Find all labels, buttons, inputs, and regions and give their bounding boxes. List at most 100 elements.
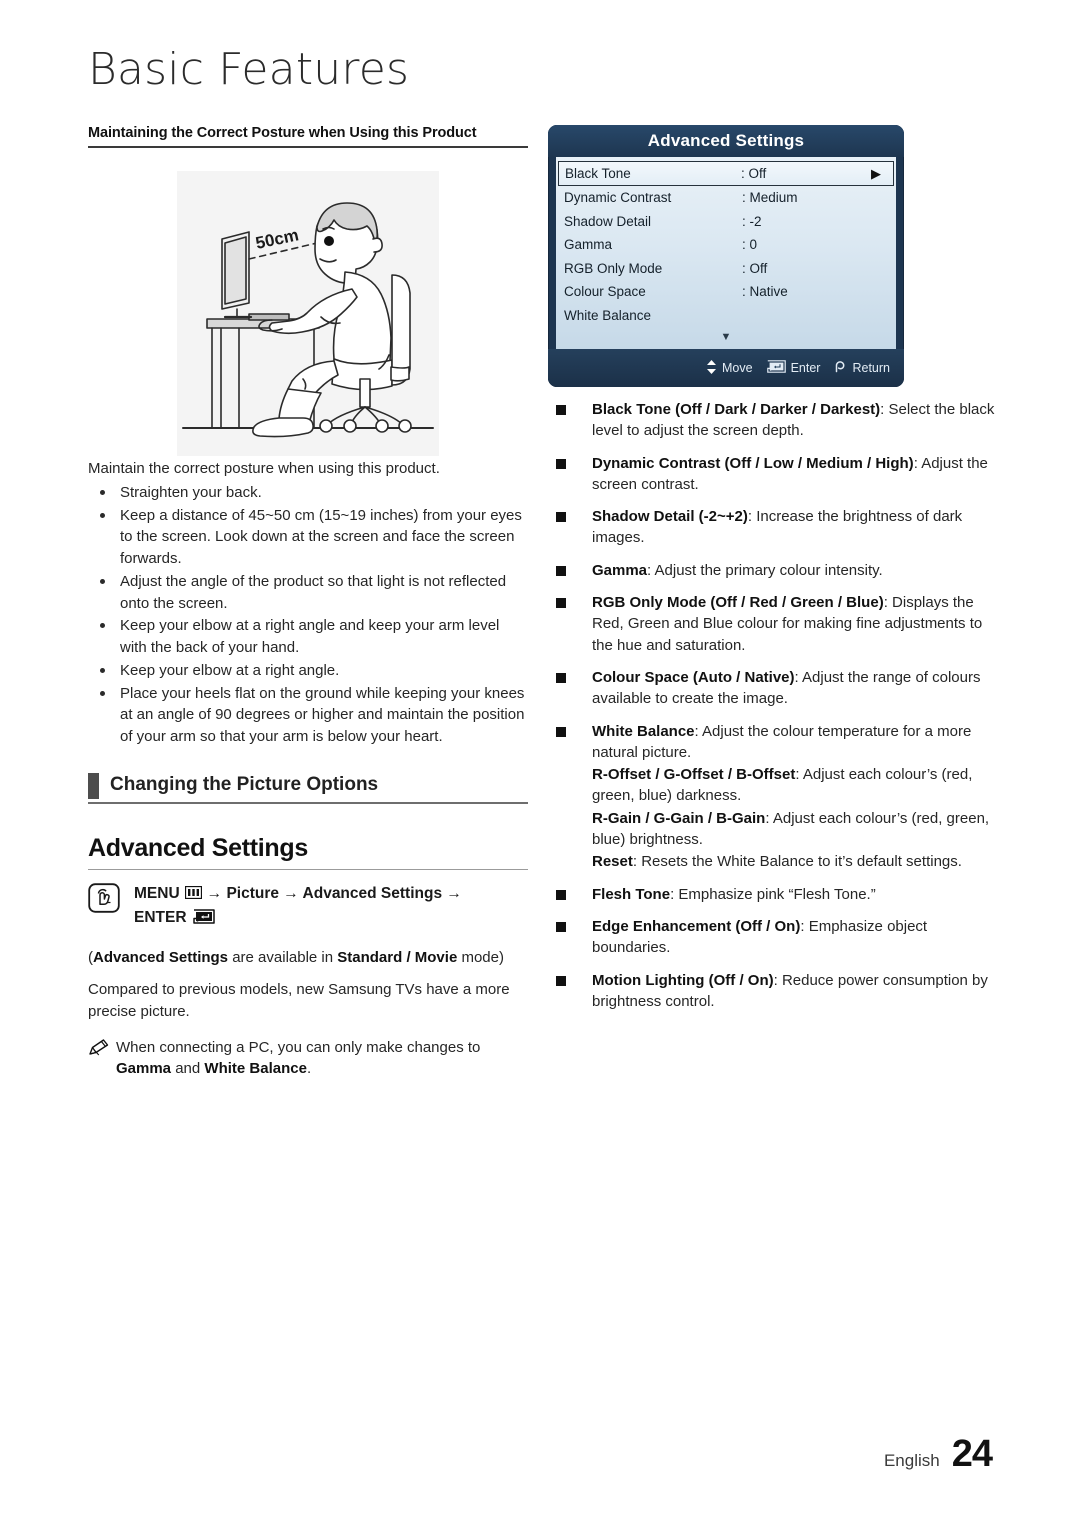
osd-footer-move-label: Move [722, 361, 753, 375]
chevron-right-icon[interactable]: ▶ [867, 166, 885, 182]
item-term: RGB Only Mode (Off / Red / Green / Blue) [592, 594, 884, 612]
sub-item-term: Reset [592, 853, 633, 871]
list-item-black-tone: Black Tone (Off / Dark / Darker / Darkes… [548, 399, 996, 442]
list-item-flesh-tone: Flesh Tone: Emphasize pink “Flesh Tone.” [548, 884, 996, 905]
osd-row-value: : Native [742, 284, 788, 300]
osd-row-label: Shadow Detail [564, 213, 652, 229]
sub-item-desc: : Resets the White Balance to it’s defau… [632, 853, 962, 871]
list-item-edge-enhancement: Edge Enhancement (Off / On): Emphasize o… [548, 916, 996, 959]
availability-note-close: mode) [457, 949, 504, 967]
item-term: Flesh Tone [592, 885, 671, 903]
osd-footer-enter[interactable]: Enter [766, 360, 821, 376]
osd-row-value: : Off [742, 260, 768, 276]
osd-row-colour-space[interactable]: Colour Space : Native [556, 280, 896, 304]
osd-footer-enter-label: Enter [790, 361, 821, 375]
precision-note: Compared to previous models, new Samsung… [88, 981, 510, 1020]
osd-row-value: : Medium [742, 190, 798, 206]
osd-row-label: White Balance [564, 307, 652, 323]
osd-row-shadow-detail[interactable]: Shadow Detail : -2 [556, 210, 896, 234]
osd-footer-move[interactable]: Move [706, 359, 753, 377]
osd-row-value: : -2 [742, 213, 762, 229]
list-item: Straighten your back. [88, 482, 528, 504]
list-item-rgb-only-mode: RGB Only Mode (Off / Red / Green / Blue)… [548, 592, 996, 656]
section-heading-label: Changing the Picture Options [110, 773, 379, 795]
posture-tips-list: Straighten your back. Keep a distance of… [88, 482, 528, 748]
menu-path: MENU → Picture → Advanced Settings → ENT… [88, 882, 528, 932]
osd-row-black-tone[interactable]: Black Tone : Off ▶ [558, 161, 894, 186]
list-item-white-balance: White Balance: Adjust the colour tempera… [548, 721, 996, 873]
return-arrow-icon [834, 360, 847, 376]
osd-row-dynamic-contrast[interactable]: Dynamic Contrast : Medium [556, 186, 896, 210]
pc-connection-note: When connecting a PC, you can only make … [88, 1037, 528, 1081]
item-term: Dynamic Contrast (Off / Low / Medium / H… [592, 454, 914, 472]
enter-key-icon [766, 360, 786, 376]
scroll-down-icon[interactable]: ▼ [556, 330, 896, 344]
footer-language: English [883, 1451, 940, 1470]
item-term: Gamma [592, 561, 648, 579]
osd-row-label: RGB Only Mode [564, 260, 663, 276]
posture-section-heading: Maintaining the Correct Posture when Usi… [88, 125, 528, 148]
page-title: Basic Features [88, 44, 410, 95]
osd-row-label: Black Tone [565, 166, 631, 181]
right-column: Advanced Settings Black Tone : Off ▶ Dyn… [548, 125, 996, 1023]
list-item: Keep your elbow at a right angle and kee… [88, 615, 528, 659]
list-item: Adjust the angle of the product so that … [88, 571, 528, 615]
sub-item-reset: Reset: Resets the White Balance to it’s … [592, 851, 996, 872]
hand-press-icon [88, 883, 120, 920]
item-term: Colour Space (Auto / Native) [592, 668, 795, 686]
osd-row-gamma[interactable]: Gamma : 0 [556, 233, 896, 257]
osd-footer-return[interactable]: Return [834, 360, 890, 376]
list-item-gamma: Gamma: Adjust the primary colour intensi… [548, 560, 996, 581]
left-column: Maintaining the Correct Posture when Usi… [88, 125, 528, 1080]
list-item-dynamic-contrast: Dynamic Contrast (Off / Low / Medium / H… [548, 453, 996, 496]
availability-note-mid: are available in [228, 949, 338, 967]
osd-menu-list: Black Tone : Off ▶ Dynamic Contrast : Me… [556, 157, 896, 349]
pencil-note-icon [88, 1038, 110, 1064]
availability-note: (Advanced Settings are available in Stan… [88, 947, 528, 969]
osd-row-label: Gamma [564, 237, 613, 253]
osd-row-label: Dynamic Contrast [564, 190, 672, 206]
advanced-settings-description-list: Black Tone (Off / Dark / Darker / Darkes… [548, 399, 996, 1012]
osd-row-white-balance[interactable]: White Balance [556, 304, 896, 328]
item-desc: : Adjust the primary colour intensity. [647, 561, 883, 579]
osd-title: Advanced Settings [548, 125, 904, 157]
item-term: White Balance [592, 722, 695, 740]
osd-footer-return-label: Return [852, 361, 890, 375]
enter-key-icon [192, 908, 215, 931]
osd-row-rgb-only-mode[interactable]: RGB Only Mode : Off [556, 257, 896, 281]
menu-path-menu-label: MENU [134, 884, 180, 902]
item-term: Motion Lighting (Off / On) [592, 971, 774, 989]
pc-note-period: . [306, 1060, 312, 1078]
osd-row-value: : Off [741, 166, 767, 181]
sub-item-term: R-Gain / G-Gain / B-Gain [592, 809, 766, 827]
osd-row-value: : 0 [742, 237, 758, 253]
sub-item-term: R-Offset / G-Offset / B-Offset [592, 766, 796, 784]
item-desc: : Emphasize pink “Flesh Tone.” [670, 885, 876, 903]
footer-page-number: 24 [951, 1433, 993, 1475]
subsection-heading-advanced-settings: Advanced Settings [88, 834, 528, 870]
up-down-arrow-icon [706, 359, 717, 377]
list-item-shadow-detail: Shadow Detail (-2~+2): Increase the brig… [548, 506, 996, 549]
list-item: Keep your elbow at a right angle. [88, 660, 528, 682]
menu-path-enter-label: ENTER [134, 909, 187, 926]
posture-intro: Maintain the correct posture when using … [88, 458, 528, 480]
posture-illustration-svg: 50cm [177, 170, 439, 456]
posture-intro-text: Maintain the correct posture when using … [88, 460, 440, 477]
pc-note-gamma: Gamma [116, 1060, 172, 1078]
pc-note-text: When connecting a PC, you can only make … [116, 1038, 481, 1056]
availability-note-bold: Advanced Settings [93, 949, 229, 967]
menu-bars-icon [184, 883, 202, 906]
osd-advanced-settings-panel[interactable]: Advanced Settings Black Tone : Off ▶ Dyn… [548, 125, 904, 387]
list-item: Keep a distance of 45~50 cm (15~19 inche… [88, 505, 528, 570]
section-heading-changing-picture-options: Changing the Picture Options [88, 772, 528, 804]
pc-note-white-balance: White Balance [204, 1060, 307, 1078]
menu-path-rest: → Picture → Advanced Settings → [206, 884, 462, 902]
heading-accent-bar [88, 772, 99, 799]
page-footer: English 24 [883, 1433, 993, 1476]
osd-row-label: Colour Space [564, 284, 646, 300]
item-term: Shadow Detail (-2~+2) [592, 508, 748, 526]
pc-note-and: and [171, 1060, 205, 1078]
list-item-colour-space: Colour Space (Auto / Native): Adjust the… [548, 667, 996, 710]
list-item-motion-lighting: Motion Lighting (Off / On): Reduce power… [548, 970, 996, 1013]
item-term: Edge Enhancement (Off / On) [592, 917, 801, 935]
